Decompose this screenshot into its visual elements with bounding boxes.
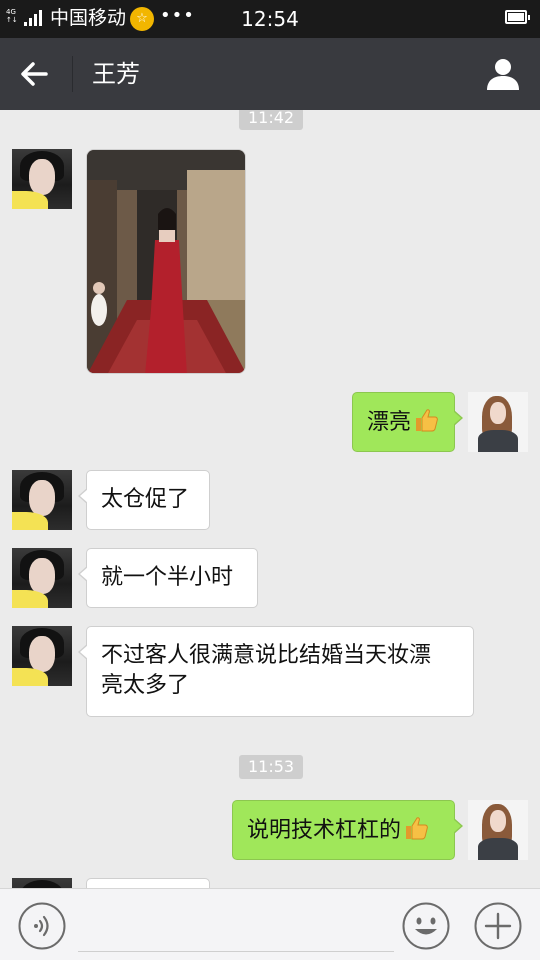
contact-avatar[interactable] bbox=[12, 470, 72, 530]
message-bubble-outgoing[interactable]: 说明技术杠杠的 bbox=[232, 800, 463, 860]
emoji-button[interactable] bbox=[402, 902, 450, 950]
chat-info-button[interactable] bbox=[485, 56, 521, 92]
message-bubble-incoming[interactable]: 太仓促了 bbox=[78, 470, 210, 530]
emoji-icon bbox=[402, 902, 450, 950]
my-avatar[interactable] bbox=[468, 392, 528, 452]
timestamp: 11:53 bbox=[239, 755, 304, 779]
person-icon bbox=[487, 59, 519, 90]
contact-avatar[interactable] bbox=[12, 878, 72, 888]
voice-icon bbox=[18, 902, 66, 950]
contact-avatar[interactable] bbox=[12, 548, 72, 608]
message-text-line: 亮太多了 bbox=[101, 673, 190, 698]
message-bubble-incoming[interactable]: 不过客人很满意说比结婚当天妆漂 亮太多了 bbox=[78, 626, 474, 717]
header-divider bbox=[72, 56, 73, 92]
thumbs-up-icon bbox=[416, 409, 438, 432]
battery-icon bbox=[505, 10, 530, 24]
input-bar bbox=[0, 888, 540, 960]
contact-avatar[interactable] bbox=[12, 149, 72, 209]
message-text-line: 不过客人很满意说比结婚当天妆漂 bbox=[101, 643, 432, 668]
chat-title: 王芳 bbox=[92, 60, 140, 88]
timestamp: 11:42 bbox=[239, 110, 304, 130]
photo-woman-red-dress bbox=[87, 150, 245, 373]
message-text: 就一个半小时 bbox=[101, 565, 234, 590]
thumbs-up-icon bbox=[406, 817, 428, 840]
image-message[interactable] bbox=[86, 149, 246, 374]
message-input[interactable] bbox=[78, 903, 394, 952]
message-bubble-incoming-partial[interactable] bbox=[86, 878, 210, 888]
status-bar: 4G ↑↓ 中国移动 ☆ ••• 12:54 bbox=[0, 0, 540, 38]
back-arrow-icon bbox=[21, 62, 48, 86]
voice-button[interactable] bbox=[18, 902, 66, 950]
message-text: 太仓促了 bbox=[101, 487, 190, 512]
chat-header: 王芳 bbox=[0, 38, 540, 110]
message-bubble-outgoing[interactable]: 漂亮 bbox=[352, 392, 463, 452]
message-text: 说明技术杠杠的 bbox=[247, 818, 402, 843]
message-bubble-incoming[interactable]: 就一个半小时 bbox=[78, 548, 258, 608]
back-button[interactable] bbox=[18, 58, 52, 90]
status-clock: 12:54 bbox=[241, 7, 299, 31]
chat-message-list[interactable]: 11:42 漂亮 太仓促了 就一个半小时 不过客人很满意说比结婚当天妆漂 亮太多… bbox=[0, 110, 540, 888]
contact-avatar[interactable] bbox=[12, 626, 72, 686]
more-button[interactable] bbox=[474, 902, 522, 950]
plus-icon bbox=[474, 902, 522, 950]
message-text: 漂亮 bbox=[367, 410, 412, 435]
my-avatar[interactable] bbox=[468, 800, 528, 860]
